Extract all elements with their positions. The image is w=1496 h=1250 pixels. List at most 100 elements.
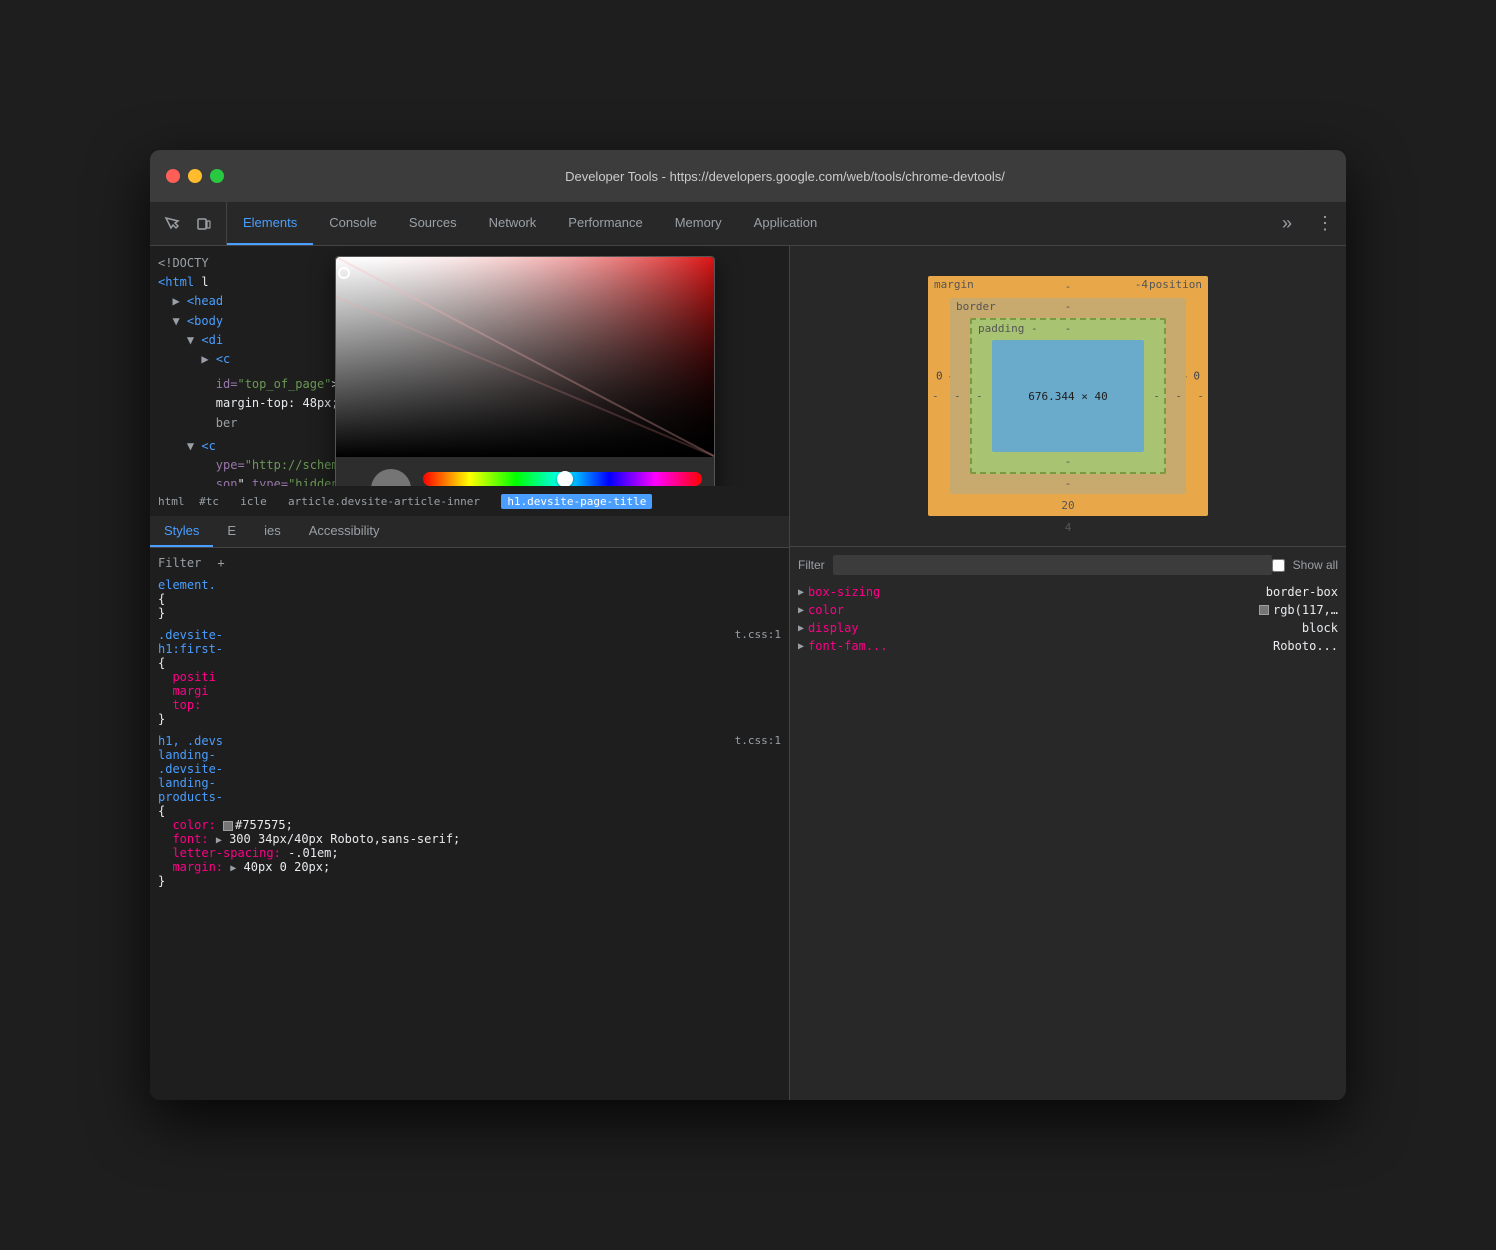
computed-arrow[interactable]: ▶: [798, 623, 804, 634]
border-layer: border - - - - padding - - -: [950, 298, 1186, 494]
device-toolbar-button[interactable]: [190, 210, 218, 238]
style-color-value: #757575;: [235, 818, 293, 832]
devtools-icons: [150, 202, 227, 245]
margin-layer: margin position -4 20 - - - 4: [928, 276, 1208, 516]
css-file-ref[interactable]: t.css:1: [735, 734, 781, 747]
computed-arrow[interactable]: ▶: [798, 587, 804, 598]
tab-memory[interactable]: Memory: [659, 202, 738, 245]
color-preview-circle: [371, 469, 411, 486]
box-model-section: margin position -4 20 - - - 4: [790, 246, 1346, 546]
computed-item-color: ▶ color rgb(117,…: [798, 601, 1338, 619]
computed-arrow[interactable]: ▶: [798, 641, 804, 652]
position-value: -4: [1135, 278, 1148, 291]
devtools-menu-button[interactable]: ⋮: [1304, 202, 1346, 245]
color-indicator: [1259, 605, 1269, 615]
devtools-window: Developer Tools - https://developers.goo…: [150, 150, 1346, 1100]
font-arrow[interactable]: ▶: [216, 835, 222, 846]
devtools-content: <!DOCTY <html l ▶ <head ▼ <body ▼ <di ▶ …: [150, 246, 1346, 1100]
computed-prop: display: [808, 621, 859, 635]
style-font-property: font:: [172, 832, 208, 846]
content-box: 676.344 × 40: [992, 340, 1144, 452]
style-font-value: 300 34px/40px Roboto,sans-serif;: [229, 832, 460, 846]
styles-plus-button[interactable]: +: [217, 556, 224, 570]
tab-accessibility[interactable]: Accessibility: [295, 516, 394, 547]
maximize-button[interactable]: [210, 169, 224, 183]
breadcrumb-active-item[interactable]: h1.devsite-page-title: [501, 494, 652, 509]
color-swatch-inline[interactable]: [223, 821, 233, 831]
minimize-button[interactable]: [188, 169, 202, 183]
computed-prop: font-fam...: [808, 639, 887, 653]
tab-elements[interactable]: Elements: [227, 202, 313, 245]
style-margin-value: 40px 0 20px;: [244, 860, 331, 874]
computed-prop: color: [808, 603, 844, 617]
styles-panel: Filter + element. { } .devsite- t.css:1 …: [150, 548, 789, 1100]
tab-network[interactable]: Network: [473, 202, 553, 245]
style-letter-spacing-property: letter-spacing:: [172, 846, 280, 860]
computed-val: border-box: [1266, 585, 1338, 599]
style-property: positi: [172, 670, 215, 684]
margin-left-value: -: [932, 390, 939, 403]
color-controls: ✒ #75757: [336, 457, 714, 486]
breadcrumb-article[interactable]: icle: [240, 495, 267, 508]
style-letter-spacing-value: -.01em;: [288, 846, 339, 860]
computed-item-display: ▶ display block: [798, 619, 1338, 637]
more-tabs-button[interactable]: »: [1270, 202, 1304, 245]
style-subselector: h1:first-: [158, 642, 223, 656]
css-file-ref[interactable]: t.css:1: [735, 628, 781, 641]
tab-styles[interactable]: Styles: [150, 516, 213, 547]
hue-slider[interactable]: [423, 472, 702, 486]
padding-top-value: -: [1065, 322, 1072, 335]
show-all-checkbox[interactable]: [1272, 559, 1285, 572]
padding-left-value: -: [976, 390, 983, 403]
breadcrumb-article-inner[interactable]: article.devsite-article-inner: [288, 495, 480, 508]
margin-top-value: -: [1065, 280, 1072, 293]
computed-arrow[interactable]: ▶: [798, 605, 804, 616]
computed-val: rgb(117,…: [1273, 603, 1338, 617]
traffic-lights: [166, 169, 224, 183]
padding-label: padding -: [978, 322, 1038, 335]
style-color-property: color:: [172, 818, 215, 832]
tab-console[interactable]: Console: [313, 202, 393, 245]
border-label: border: [956, 300, 996, 313]
computed-filter-input[interactable]: [833, 555, 1272, 575]
color-gradient-cursor[interactable]: [338, 267, 350, 279]
tab-application[interactable]: Application: [738, 202, 834, 245]
computed-filter-label: Filter: [798, 558, 825, 572]
color-picker: ✒ #75757: [335, 256, 715, 486]
style-subselector: landing-: [158, 748, 216, 762]
margin-arrow[interactable]: ▶: [230, 863, 236, 874]
tab-sources[interactable]: Sources: [393, 202, 473, 245]
padding-layer: padding - - - - - 676.344 × 40: [970, 318, 1166, 474]
right-panel: margin position -4 20 - - - 4: [790, 246, 1346, 1100]
computed-item-box-sizing: ▶ box-sizing border-box: [798, 583, 1338, 601]
computed-filter-row: Filter Show all: [798, 555, 1338, 575]
margin-right-value: -: [1197, 390, 1204, 403]
close-button[interactable]: [166, 169, 180, 183]
tab-ies[interactable]: ies: [250, 516, 295, 547]
devtools-toolbar: Elements Console Sources Network Perform…: [150, 202, 1346, 246]
style-selector: h1, .devs: [158, 734, 223, 748]
box-model-container: margin position -4 20 - - - 4: [802, 258, 1334, 534]
tab-e[interactable]: E: [213, 516, 250, 547]
show-all-label: Show all: [1272, 558, 1338, 572]
breadcrumb-html[interactable]: html: [158, 495, 185, 508]
border-left-value: -: [954, 390, 961, 403]
outer-bottom-value: 4: [1065, 521, 1072, 534]
style-margin-property: margin:: [172, 860, 223, 874]
color-gradient-area[interactable]: [336, 257, 714, 457]
tab-performance[interactable]: Performance: [552, 202, 658, 245]
inspect-element-button[interactable]: [158, 210, 186, 238]
style-block-element: element. { }: [158, 578, 781, 620]
devtools-tabs: Elements Console Sources Network Perform…: [227, 202, 1346, 245]
style-block-h1: h1, .devs t.css:1 landing- .devsite- lan…: [158, 734, 781, 888]
border-bottom-value: -: [1065, 477, 1072, 490]
style-selector: element.: [158, 578, 216, 592]
bottom-panel-tabs: Styles E ies Accessibility: [150, 516, 789, 548]
color-sliders-row: ✒: [348, 469, 702, 486]
margin-label: margin: [934, 278, 974, 291]
style-property: margi: [172, 684, 208, 698]
style-subselector: .devsite-: [158, 762, 223, 776]
padding-bottom-value: -: [1065, 455, 1072, 468]
eyedropper-icon[interactable]: ✒: [348, 475, 359, 486]
breadcrumb-hash[interactable]: #tc: [199, 495, 219, 508]
